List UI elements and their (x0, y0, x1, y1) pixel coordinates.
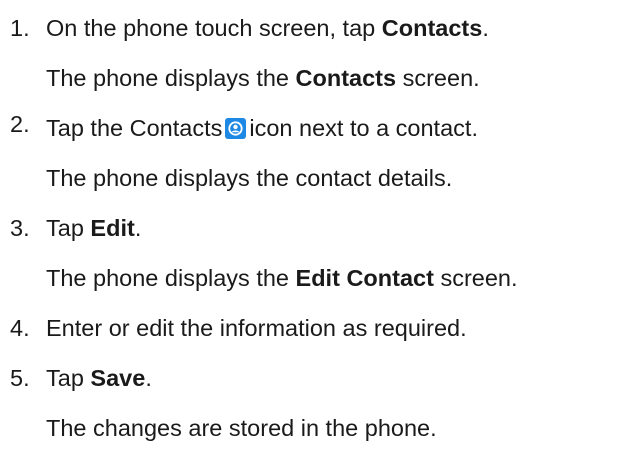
instruction-list: 1. On the phone touch screen, tap Contac… (0, 0, 639, 462)
step-1-result: The phone displays the Contacts screen. (46, 65, 480, 91)
step-number: 2. (10, 111, 30, 137)
step-instruction: Tap the Contacts icon next to a contact. (46, 115, 478, 141)
contacts-icon (225, 117, 247, 139)
step-number: 4. (10, 315, 30, 341)
step-number: 3. (10, 215, 30, 241)
step-instruction: Tap Save. (46, 365, 152, 391)
step-instruction: Tap Edit. (46, 215, 142, 241)
step-number: 1. (10, 15, 30, 41)
step-3-result: The phone displays the Edit Contact scre… (46, 265, 518, 291)
step-instruction: Enter or edit the information as require… (46, 315, 467, 341)
step-number: 5. (10, 365, 30, 391)
step-5-result: The changes are stored in the phone. (46, 415, 437, 441)
step-2-result: The phone displays the contact details. (46, 165, 453, 191)
step-instruction: On the phone touch screen, tap Contacts. (46, 15, 489, 41)
